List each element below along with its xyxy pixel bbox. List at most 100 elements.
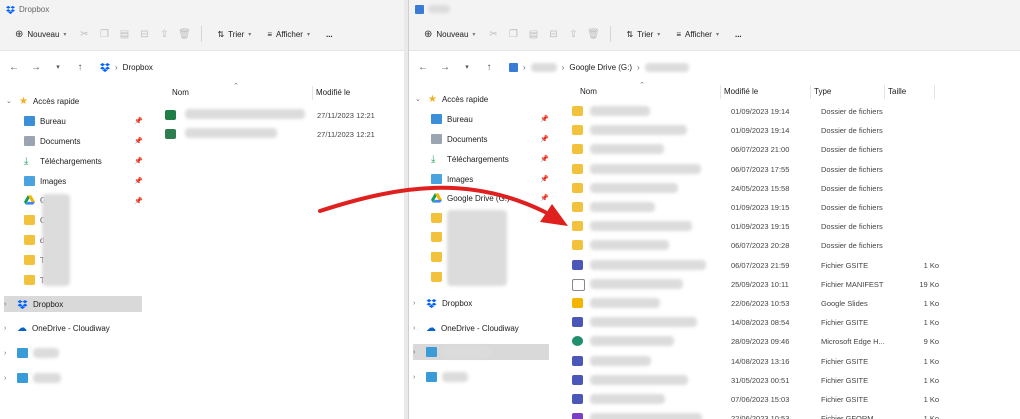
- tree-item-google-drive[interactable]: Google Drive (G:): [431, 190, 510, 206]
- recent-chevron-icon[interactable]: ▾: [461, 63, 473, 71]
- tree-item-images[interactable]: Images: [431, 171, 473, 187]
- table-row[interactable]: 06/07/2023 21:59 Fichier GSITE 1 Ko: [572, 256, 952, 275]
- share-icon[interactable]: ⇪: [566, 27, 580, 41]
- redacted-filename: [590, 278, 683, 289]
- tree-item-dropbox[interactable]: › Dropbox: [4, 296, 142, 312]
- paste-icon[interactable]: ▤: [526, 27, 540, 41]
- redacted-filename: [590, 298, 660, 308]
- size-cell: 1 Ko: [923, 375, 939, 385]
- more-button[interactable]: ...: [730, 27, 747, 42]
- table-row[interactable]: 25/09/2023 10:11 Fichier MANIFEST 19 Ko: [572, 275, 952, 294]
- copy-icon[interactable]: ❐: [506, 27, 520, 41]
- rename-icon[interactable]: ⊟: [546, 27, 560, 41]
- breadcrumb[interactable]: › › Google Drive (G:) ›: [505, 58, 693, 76]
- more-button[interactable]: ...: [321, 27, 338, 42]
- tree-quick-access[interactable]: ⌄ ★ Accès rapide: [415, 91, 488, 107]
- tree-item-bureau[interactable]: Bureau: [431, 111, 473, 127]
- tree-item-dropbox[interactable]: › Dropbox: [413, 295, 472, 311]
- tree-item-documents[interactable]: Documents: [24, 133, 80, 149]
- type-cell: Fichier GSITE: [821, 318, 869, 328]
- recent-chevron-icon[interactable]: ▾: [52, 63, 64, 71]
- paste-icon[interactable]: ▤: [117, 27, 131, 41]
- table-row[interactable]: 01/09/2023 19:14 Dossier de fichiers: [572, 102, 952, 121]
- forward-arrow-icon[interactable]: →: [439, 62, 451, 73]
- desktop-icon: [24, 116, 35, 126]
- new-button[interactable]: ⊕ Nouveau ▾: [419, 26, 480, 43]
- tree-item-bureau[interactable]: Bureau: [24, 113, 66, 129]
- tree-item-downloads[interactable]: ⤓ Téléchargements: [24, 153, 102, 169]
- back-arrow-icon[interactable]: ←: [8, 62, 20, 73]
- tree-item-network[interactable]: ›: [413, 369, 468, 385]
- back-arrow-icon[interactable]: ←: [417, 62, 429, 73]
- table-row[interactable]: 07/06/2023 15:03 Fichier GSITE 1 Ko: [572, 390, 952, 409]
- breadcrumb-segment[interactable]: Google Drive (G:): [569, 63, 632, 72]
- share-icon[interactable]: ⇪: [157, 27, 171, 41]
- table-row[interactable]: 22/06/2023 10:53 Fichier GFORM 1 Ko: [572, 409, 952, 419]
- modified-cell: 14/08/2023 13:16: [731, 356, 790, 366]
- table-row[interactable]: 01/09/2023 19:15 Dossier de fichiers: [572, 198, 952, 217]
- redacted-filename: [590, 202, 655, 212]
- redacted-label: [442, 372, 468, 382]
- view-button[interactable]: ≡ Afficher ▾: [262, 27, 315, 42]
- sort-button[interactable]: ⇅ Trier ▾: [621, 27, 665, 42]
- chevron-right-icon: ›: [4, 374, 7, 382]
- column-header-modified[interactable]: Modifié le: [720, 85, 811, 99]
- forward-arrow-icon[interactable]: →: [30, 62, 42, 73]
- column-header-name[interactable]: Nom: [576, 85, 721, 99]
- folder-icon: [431, 252, 442, 262]
- delete-icon[interactable]: 🗑: [586, 27, 600, 41]
- table-row[interactable]: 22/06/2023 10:53 Google Slides 1 Ko: [572, 294, 952, 313]
- tree-item-documents[interactable]: Documents: [431, 131, 487, 147]
- tree-item-this-pc[interactable]: ›: [413, 344, 549, 360]
- modified-cell: 06/07/2023 20:28: [731, 241, 790, 251]
- column-header-modified[interactable]: Modifié le: [312, 86, 404, 100]
- column-header-type[interactable]: Type: [810, 85, 885, 99]
- table-row[interactable]: 06/07/2023 20:28 Dossier de fichiers: [572, 236, 952, 255]
- documents-icon: [24, 136, 35, 146]
- copy-icon[interactable]: ❐: [97, 27, 111, 41]
- delete-icon[interactable]: 🗑: [177, 27, 191, 41]
- toolbar-separator: [610, 26, 612, 42]
- gform-file-icon: [572, 413, 583, 419]
- up-arrow-icon[interactable]: ↑: [483, 62, 495, 73]
- table-row[interactable]: 31/05/2023 00:51 Fichier GSITE 1 Ko: [572, 371, 952, 390]
- column-header-size[interactable]: Taille: [884, 85, 935, 99]
- table-row[interactable]: 06/07/2023 17:55 Dossier de fichiers: [572, 160, 952, 179]
- table-row[interactable]: 24/05/2023 15:58 Dossier de fichiers: [572, 179, 952, 198]
- tree-item-onedrive[interactable]: › ☁ OneDrive - Cloudiway: [4, 320, 110, 336]
- tree-item-images[interactable]: Images: [24, 173, 66, 189]
- tree-item-this-pc[interactable]: ›: [4, 345, 59, 361]
- breadcrumb[interactable]: › Dropbox: [96, 58, 157, 76]
- view-button[interactable]: ≡ Afficher ▾: [671, 27, 724, 42]
- tree-item-downloads[interactable]: ⤓ Téléchargements: [431, 151, 509, 167]
- table-row[interactable]: 14/08/2023 08:54 Fichier GSITE 1 Ko: [572, 313, 952, 332]
- pin-icon: 📌: [540, 116, 549, 123]
- cut-icon[interactable]: ✂: [77, 27, 91, 41]
- type-cell: Fichier MANIFEST: [821, 279, 884, 289]
- sort-button[interactable]: ⇅ Trier ▾: [212, 27, 256, 42]
- table-row[interactable]: 14/08/2023 13:16 Fichier GSITE 1 Ko: [572, 352, 952, 371]
- new-button[interactable]: ⊕ Nouveau ▾: [10, 26, 71, 43]
- table-row[interactable]: 01/09/2023 19:14 Dossier de fichiers: [572, 121, 952, 140]
- tree-item-onedrive[interactable]: › ☁ OneDrive - Cloudiway: [413, 320, 519, 336]
- list-item[interactable]: 27/11/2023 12:21: [165, 125, 404, 144]
- cut-icon[interactable]: ✂: [486, 27, 500, 41]
- modified-cell: 01/09/2023 19:14: [731, 107, 790, 116]
- breadcrumb-segment[interactable]: Dropbox: [123, 63, 153, 72]
- tree-quick-access[interactable]: ⌄ ★ Accès rapide: [6, 93, 79, 109]
- table-row[interactable]: 06/07/2023 21:00 Dossier de fichiers: [572, 140, 952, 159]
- desktop-icon: [431, 114, 442, 124]
- redacted-area: [42, 194, 70, 286]
- table-row[interactable]: 01/09/2023 19:15 Dossier de fichiers: [572, 217, 952, 236]
- tree-item-network[interactable]: ›: [4, 370, 61, 386]
- modified-cell: 01/09/2023 19:15: [731, 222, 790, 232]
- size-cell: 1 Ko: [923, 318, 939, 328]
- sort-chevron-icon: ⌃: [639, 82, 645, 89]
- list-item[interactable]: 27/11/2023 12:21: [165, 106, 404, 125]
- column-header-name[interactable]: Nom: [168, 86, 313, 100]
- pin-icon: 📌: [540, 156, 549, 163]
- up-arrow-icon[interactable]: ↑: [74, 62, 86, 73]
- rename-icon[interactable]: ⊟: [137, 27, 151, 41]
- table-row[interactable]: 28/09/2023 09:46 Microsoft Edge H... 9 Ko: [572, 332, 952, 351]
- size-cell: 1 Ko: [923, 299, 939, 308]
